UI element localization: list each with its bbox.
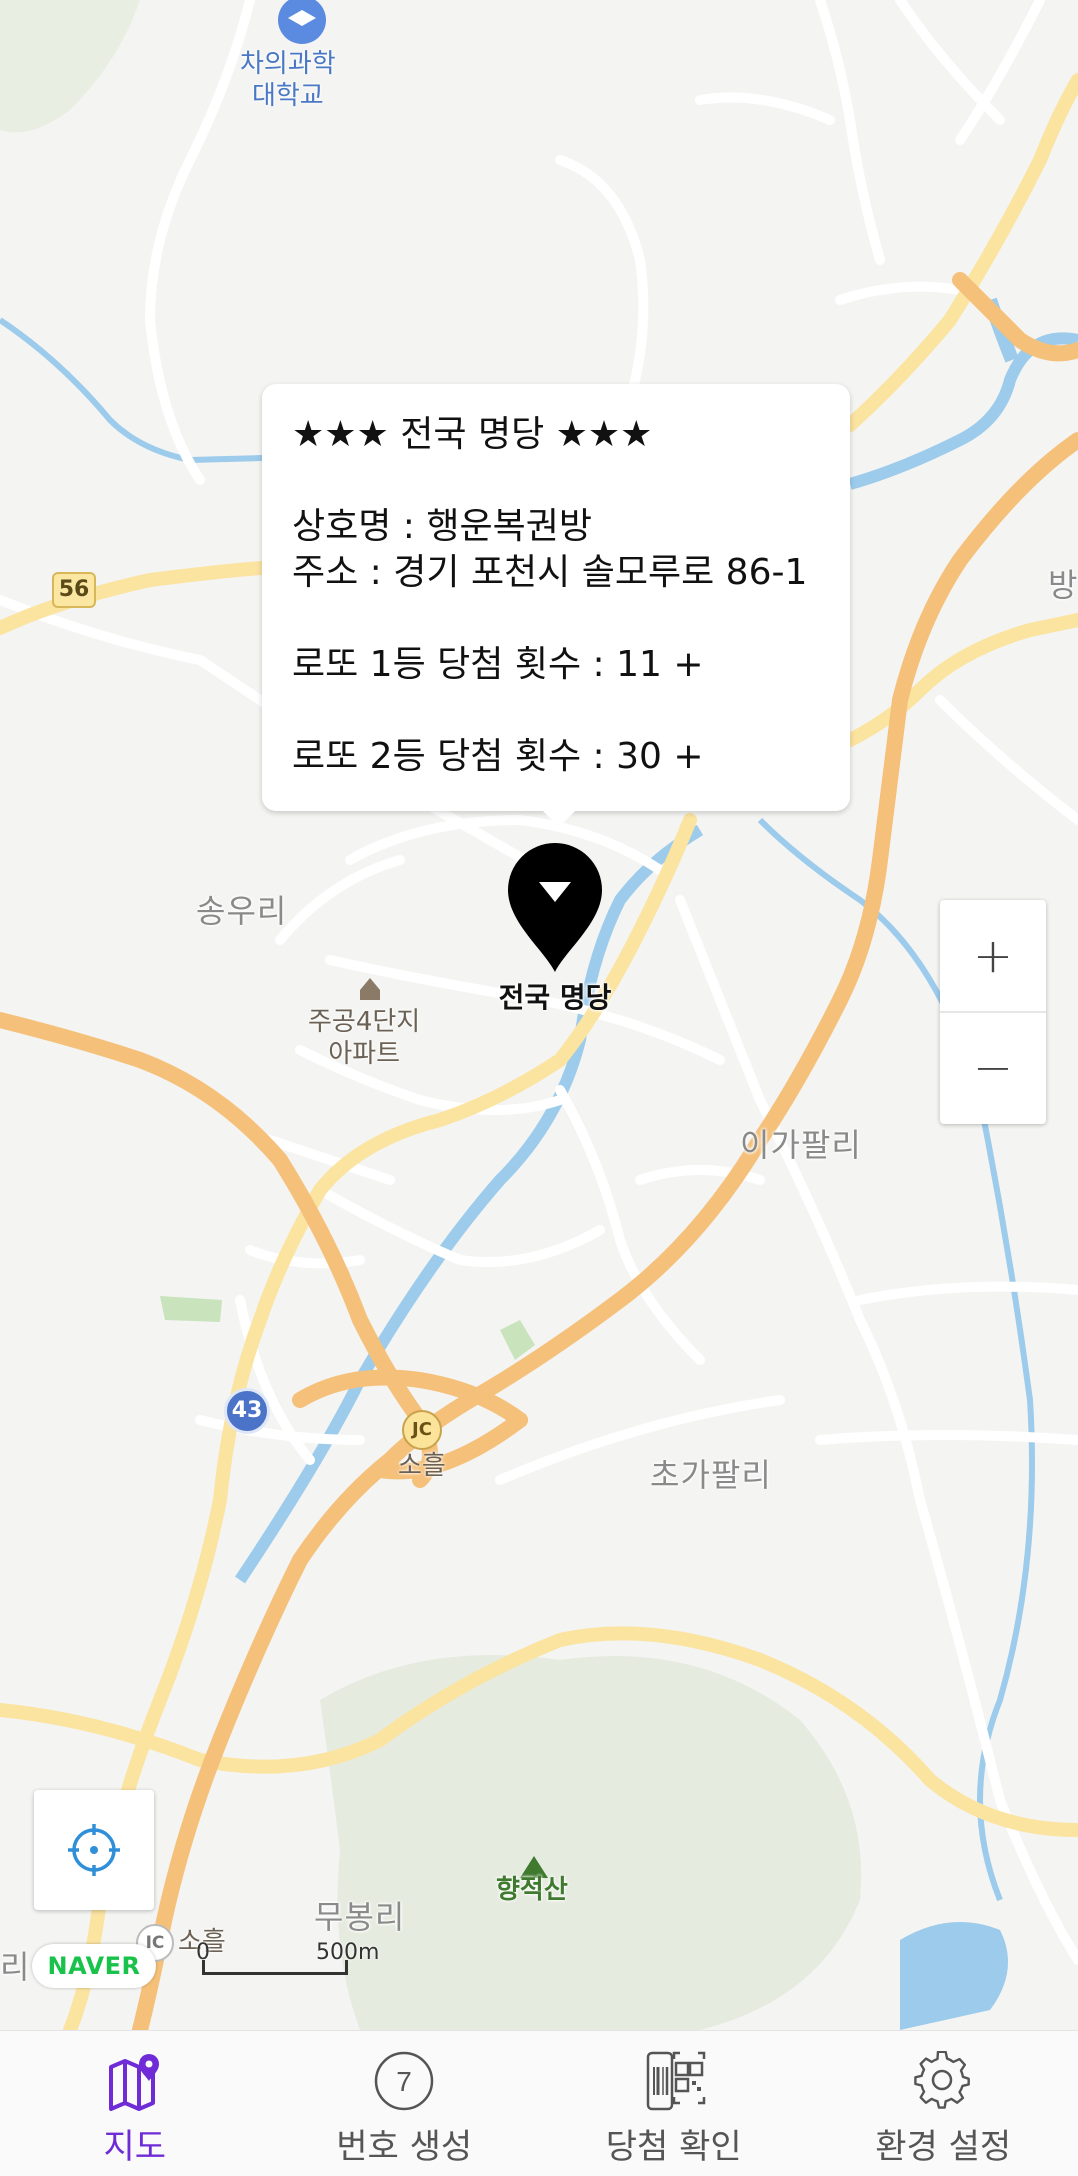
nav-item-check[interactable]: 당첨 확인 <box>539 2031 809 2176</box>
edge-label-right: 방 <box>1048 566 1078 604</box>
poi-cha-university[interactable]: 차의과학 대학교 <box>240 48 336 112</box>
jc-badge: JC <box>402 1410 442 1450</box>
nav-label-settings: 환경 설정 <box>875 2127 1012 2167</box>
scale-bar: 0 500m <box>196 1940 379 1978</box>
nav-item-generate[interactable]: 7 번호 생성 <box>270 2031 540 2176</box>
nav-label-check: 당첨 확인 <box>605 2127 742 2167</box>
popup-address: 주소 : 경기 포천시 솔모루로 86-1 <box>292 552 808 593</box>
route-56-shield: 56 <box>52 572 96 608</box>
place-label-igapalli: 이가팔리 <box>740 1126 862 1164</box>
gear-icon <box>911 2049 975 2113</box>
lotto-ball-icon: 7 <box>372 2049 436 2113</box>
zoom-control: + − <box>940 900 1046 1124</box>
place-label-mubongri: 무봉리 <box>314 1898 406 1936</box>
marker-label: 전국 명당 <box>498 981 612 1014</box>
marker-pin-icon <box>508 843 602 972</box>
poi-jugong-apt[interactable]: 주공4단지 아파트 <box>308 1006 420 1070</box>
nav-item-map[interactable]: 지도 <box>0 2031 270 2176</box>
current-location-button[interactable] <box>34 1790 154 1910</box>
popup-shop-name: 상호명 : 행운복권방 <box>292 506 592 547</box>
map-pin-icon <box>103 2049 167 2113</box>
map-view[interactable]: 차의과학 대학교 56 송우리 주공4단지 아파트 이가팔리 43 JC 소흘 … <box>0 0 1078 2030</box>
svg-text:7: 7 <box>396 2066 412 2097</box>
crosshair-icon <box>68 1824 120 1876</box>
bottom-navigation: 지도 7 번호 생성 당첨 확인 환경 설정 <box>0 2030 1078 2176</box>
poi-hyangjeoksan[interactable]: 향적산 <box>496 1874 568 1906</box>
route-43-shield: 43 <box>224 1388 270 1434</box>
place-label-songuri: 송우리 <box>196 892 288 930</box>
nav-label-map: 지도 <box>103 2127 167 2167</box>
place-label-chogapalli: 초가팔리 <box>650 1456 772 1494</box>
qr-scan-icon <box>642 2049 706 2113</box>
popup-title: ★★★ 전국 명당 ★★★ <box>292 414 653 455</box>
edge-label-left: 리 <box>0 1948 31 1986</box>
zoom-out-button[interactable]: − <box>940 1012 1046 1124</box>
popup-second-prize: 로또 2등 당첨 횟수 : 30 + <box>292 736 704 777</box>
naver-logo[interactable]: NAVER <box>32 1944 156 1988</box>
nav-item-settings[interactable]: 환경 설정 <box>809 2031 1078 2176</box>
map-marker[interactable] <box>504 840 606 974</box>
zoom-in-button[interactable]: + <box>940 900 1046 1012</box>
nav-label-generate: 번호 생성 <box>336 2127 473 2167</box>
info-popup[interactable]: ★★★ 전국 명당 ★★★ 상호명 : 행운복권방 주소 : 경기 포천시 솔모… <box>262 384 850 827</box>
popup-first-prize: 로또 1등 당첨 횟수 : 11 + <box>292 644 704 685</box>
poi-soheul-jc[interactable]: 소흘 <box>398 1450 446 1482</box>
